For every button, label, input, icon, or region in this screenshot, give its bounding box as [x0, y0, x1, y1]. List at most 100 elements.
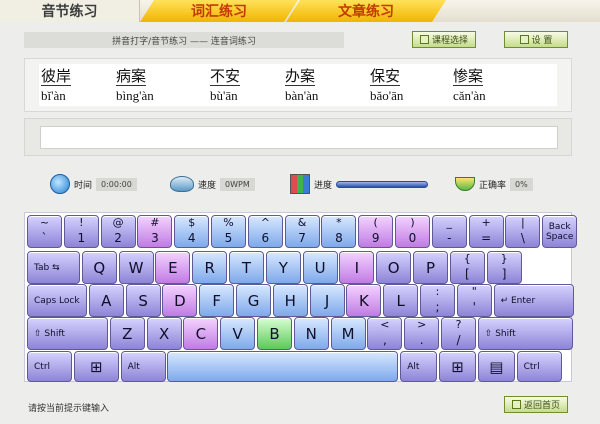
- key-v[interactable]: V: [220, 317, 256, 350]
- key-p[interactable]: P: [413, 251, 448, 284]
- key-shift-label: {: [463, 252, 471, 265]
- key-back-space[interactable]: Back Space: [542, 215, 578, 248]
- key-f[interactable]: F: [199, 284, 235, 317]
- key-6[interactable]: ^ 6: [247, 215, 283, 248]
- key-label: Y: [278, 258, 288, 277]
- accuracy-value: 0%: [510, 177, 533, 191]
- key-symbol-9[interactable]: >.: [404, 317, 440, 350]
- key-0[interactable]: ) 0: [395, 215, 430, 248]
- key-ctrl[interactable]: Ctrl: [27, 351, 72, 382]
- key-l[interactable]: L: [383, 284, 419, 317]
- key-s[interactable]: S: [125, 284, 161, 317]
- key-symbol-12[interactable]: + =: [468, 215, 504, 248]
- key-8[interactable]: * 8: [321, 215, 357, 248]
- key-q[interactable]: Q: [81, 251, 117, 284]
- key-3[interactable]: #3: [137, 215, 173, 248]
- speed-label: 速度: [198, 180, 217, 191]
- key-backslash[interactable]: | \: [505, 215, 541, 248]
- key-alt[interactable]: Alt: [400, 351, 438, 382]
- key-enter[interactable]: ↵ Enter: [493, 284, 574, 317]
- key-symbol[interactable]: ▤: [477, 351, 515, 382]
- key-shift-label: %: [223, 216, 234, 229]
- tab-bar: 音节练习 词汇练习 文章练习: [0, 0, 600, 22]
- key-z[interactable]: Z: [109, 317, 145, 350]
- course-select-button[interactable]: 课程选择: [412, 31, 476, 48]
- key-m[interactable]: M: [330, 317, 366, 350]
- settings-button[interactable]: 设 置: [504, 31, 568, 48]
- key-label: S: [138, 291, 148, 310]
- tab-article-practice[interactable]: 文章练习: [286, 0, 446, 22]
- key-y[interactable]: Y: [265, 251, 301, 284]
- key-label: H: [284, 291, 296, 310]
- key-symbol-11[interactable]: " ': [456, 284, 492, 317]
- key-label: [: [464, 267, 470, 281]
- key-symbol-12[interactable]: }]: [486, 251, 522, 284]
- key-shift-label: ": [471, 285, 477, 298]
- key-symbol-11[interactable]: _ -: [431, 215, 467, 248]
- key-a[interactable]: A: [88, 284, 124, 317]
- key-shift[interactable]: ⇧ Shift: [477, 317, 573, 350]
- target-words-panel: 彼岸 bǐ'àn 病案 bìng'àn 不安 bù'ān 办案 bàn'àn 保安 bǎo…: [24, 58, 572, 112]
- key-symbol-8[interactable]: <,: [367, 317, 403, 350]
- time-value: 0:00:00: [96, 177, 137, 191]
- word-hanzi: 病案: [116, 67, 147, 86]
- key-d[interactable]: D: [162, 284, 198, 317]
- tab-vocabulary-practice[interactable]: 词汇练习: [140, 0, 298, 22]
- key-b[interactable]: B: [257, 317, 292, 350]
- key-o[interactable]: O: [376, 251, 412, 284]
- typing-input[interactable]: [40, 126, 558, 149]
- key-tab[interactable]: Tab ⇆: [27, 251, 80, 284]
- key-h[interactable]: H: [272, 284, 308, 317]
- key-symbol-10[interactable]: ? /: [441, 317, 476, 350]
- key-1[interactable]: ! 1: [63, 215, 99, 248]
- breadcrumb: 拼音打字/音节练习 —— 连音词练习: [24, 32, 344, 48]
- key-x[interactable]: X: [146, 317, 182, 350]
- tab-syllable-practice[interactable]: 音节练习: [0, 0, 140, 22]
- key-u[interactable]: U: [302, 251, 338, 284]
- key-7[interactable]: & 7: [284, 215, 320, 248]
- key-t[interactable]: T: [229, 251, 264, 284]
- key-label: 2: [114, 231, 122, 245]
- key-space[interactable]: [167, 351, 399, 382]
- key-shift-label: _: [446, 216, 453, 229]
- key-g[interactable]: G: [236, 284, 271, 317]
- key-j[interactable]: J: [309, 284, 345, 317]
- key-k[interactable]: K: [346, 284, 382, 317]
- key-shift-label: #: [150, 216, 160, 229]
- key-label: 4: [187, 231, 196, 245]
- key-label: 5: [224, 231, 233, 245]
- key-n[interactable]: N: [293, 317, 329, 350]
- blocks-icon: [290, 174, 310, 194]
- key-label: L: [396, 291, 405, 310]
- key-caps-lock[interactable]: Caps Lock: [27, 284, 87, 317]
- key-r[interactable]: R: [192, 251, 228, 284]
- key-symbol[interactable]: ⊞: [439, 351, 476, 382]
- back-home-button[interactable]: 返回首页: [504, 396, 568, 413]
- key-ctrl[interactable]: Ctrl: [516, 351, 562, 382]
- key-5[interactable]: % 5: [211, 215, 246, 248]
- key-alt[interactable]: Alt: [120, 351, 166, 382]
- key-symbol-11[interactable]: {[: [449, 251, 485, 284]
- key-symbol[interactable]: ⊞: [73, 351, 119, 382]
- key-shift-label: <: [380, 318, 390, 331]
- key-label: Back Space: [545, 221, 574, 242]
- key-symbol-10[interactable]: :;: [420, 284, 455, 317]
- word-item: 办案 bàn'àn: [285, 66, 355, 104]
- course-select-label: 课程选择: [431, 36, 468, 46]
- key-label: =: [481, 231, 492, 245]
- key-4[interactable]: $4: [174, 215, 210, 248]
- key-i[interactable]: I: [339, 251, 375, 284]
- key-label: Tab ⇆: [34, 262, 60, 273]
- key-symbol-0[interactable]: ~ `: [27, 215, 62, 248]
- key-2[interactable]: @2: [100, 215, 136, 248]
- typing-panel: [24, 118, 572, 156]
- key-c[interactable]: C: [183, 317, 219, 350]
- key-9[interactable]: (9: [358, 215, 394, 248]
- key-shift-label: |: [521, 216, 525, 229]
- key-label: ↵ Enter: [500, 295, 536, 306]
- key-e[interactable]: E: [155, 251, 191, 284]
- key-shift[interactable]: ⇧ Shift: [27, 317, 108, 350]
- word-pinyin: cǎn'àn: [453, 88, 486, 103]
- key-w[interactable]: W: [118, 251, 154, 284]
- key-label: Ctrl: [34, 361, 51, 372]
